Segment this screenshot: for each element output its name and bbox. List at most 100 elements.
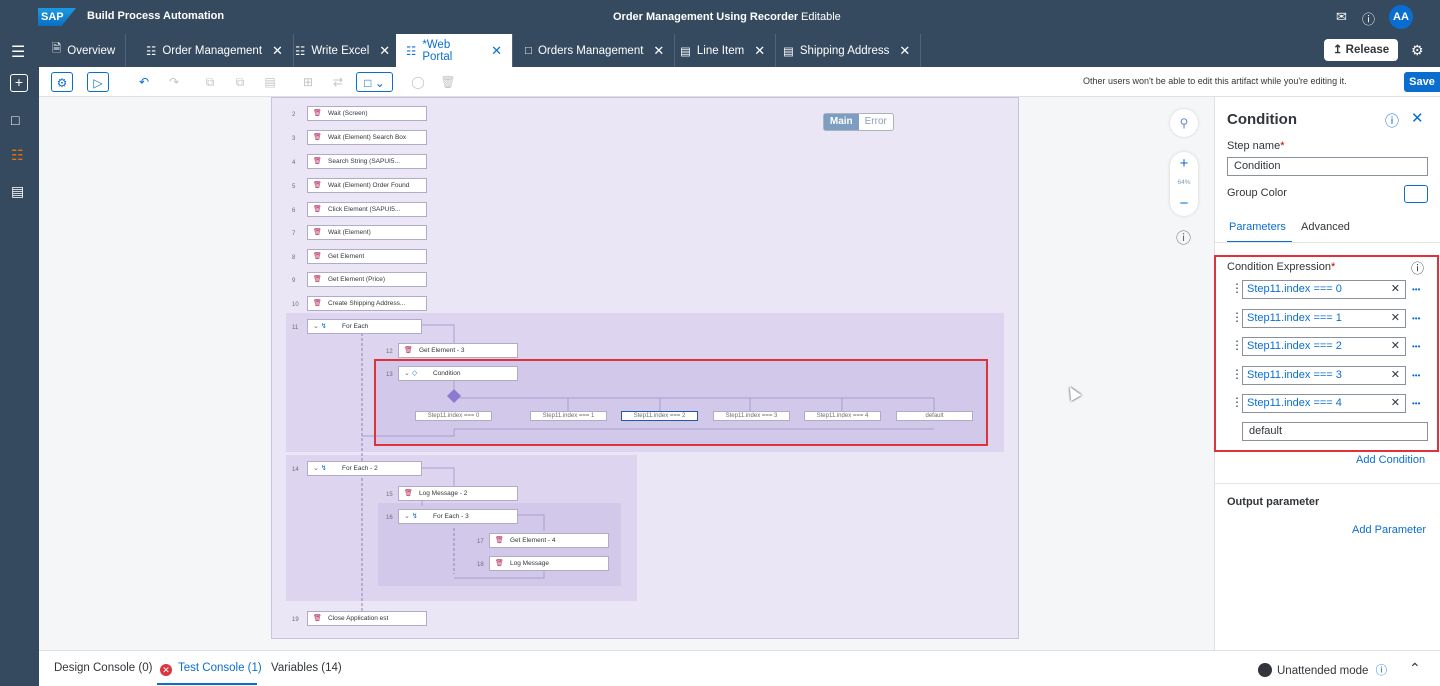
flow-step[interactable]: 🗑 Get Element (Price) (307, 272, 427, 287)
tab-variables[interactable]: Variables (14) (271, 662, 342, 674)
highlight-box (1214, 255, 1439, 452)
tab-underline (157, 683, 257, 685)
zoom-out-icon[interactable]: − (1170, 195, 1198, 212)
tab-line-item[interactable]: ▤ Line Item ✕ (670, 34, 777, 67)
step-label: Get Element - 4 (510, 537, 556, 544)
tab-advanced[interactable]: Advanced (1301, 221, 1350, 233)
close-icon[interactable]: ✕ (491, 43, 502, 59)
move-icon[interactable]: ⇄ (327, 72, 349, 92)
flow-step[interactable]: 🗑 Search String (SAPUI5... (307, 154, 427, 169)
flow-step[interactable]: ⌄ ↯ For Each - 2 (307, 461, 422, 476)
undo-icon[interactable]: ↶ (133, 72, 155, 92)
step-label: For Each - 3 (433, 513, 469, 520)
flow-step[interactable]: 🗑 Wait (Screen) (307, 106, 427, 121)
flow-step[interactable]: 🗑 Click Element (SAPUI5... (307, 202, 427, 217)
flow-step[interactable]: 🗑 Create Shipping Address... (307, 296, 427, 311)
tab-overview[interactable]: 🗎 Overview (42, 34, 127, 67)
monitor-icon[interactable]: □ (11, 112, 19, 128)
save-button[interactable]: Save (1404, 72, 1440, 92)
info-icon[interactable]: ⓘ (1176, 227, 1191, 248)
flow-step[interactable]: ⌄ ↯ For Each (307, 319, 422, 334)
artifact-title: Order Management Using Recorder (613, 11, 799, 23)
editor-toolbar: ⚙ ▷ ↶ ↷ ⧉ ⧉ ▤ ⊞ ⇄ □ ⌄ ◯ 🗑 Other users wo… (39, 67, 1440, 97)
step-number: 8 (292, 255, 296, 261)
mode-label: Unattended mode (1277, 665, 1369, 677)
close-icon[interactable]: ✕ (653, 43, 664, 59)
step-number: 6 (292, 208, 296, 214)
avatar[interactable]: AA (1389, 5, 1413, 29)
flow-step[interactable]: ⌄ ↯ For Each - 3 (398, 509, 518, 524)
step-label: Search String (SAPUI5... (328, 158, 400, 165)
group-color-picker[interactable] (1404, 185, 1428, 203)
close-icon[interactable]: ✕ (754, 43, 765, 59)
mouse-cursor (1064, 383, 1082, 402)
close-icon[interactable]: ✕ (272, 43, 283, 59)
step-icon: 🗑 (313, 300, 322, 307)
close-icon[interactable]: ✕ (379, 43, 390, 59)
step-label: Wait (Screen) (328, 110, 368, 117)
flow-step[interactable]: 🗑 Get Element - 4 (489, 533, 609, 548)
close-icon[interactable]: ✕ (1411, 109, 1424, 127)
step-label: Log Message (510, 560, 550, 567)
info-icon[interactable]: ⓘ (1385, 111, 1399, 131)
tab-shipping-address[interactable]: ▤ Shipping Address ✕ (773, 34, 922, 67)
hide-icon[interactable]: ◯ (407, 72, 429, 92)
sap-logo[interactable]: SAP (38, 8, 76, 26)
step-icon: 🗑 (313, 615, 322, 622)
step-name-input[interactable]: Condition (1227, 157, 1428, 176)
flow-step[interactable]: 🗑 Wait (Element) Order Found (307, 178, 427, 193)
process-icon: ☷ (295, 45, 306, 58)
flow-step[interactable]: 🗑 Log Message - 2 (398, 486, 518, 501)
release-button[interactable]: ↥ Release (1324, 39, 1398, 61)
unattended-mode[interactable]: Unattended mode ⓘ (1258, 662, 1387, 678)
delete-icon[interactable]: 🗑 (437, 72, 459, 92)
flow-step[interactable]: 🗑 Get Element - 3 (398, 343, 518, 358)
flow-canvas[interactable]: Main Error 2 🗑 Wait (Screen) 3 🗑 Wait (E… (39, 97, 1214, 650)
tab-label: Overview (67, 44, 116, 57)
panel-title: Condition (1227, 111, 1297, 128)
add-condition-link[interactable]: Add Condition (1356, 454, 1425, 466)
step-name-label: Step name* (1227, 140, 1285, 152)
list-icon[interactable]: ▤ (11, 183, 24, 200)
flow-step[interactable]: 🗑 Close Application est (307, 611, 427, 626)
shell-bar: SAP Build Process Automation Order Manag… (0, 0, 1440, 34)
step-icon: 🗑 (313, 253, 322, 260)
select-mode-icon[interactable]: □ ⌄ (356, 72, 393, 92)
tab-design-console[interactable]: Design Console (0) (54, 662, 152, 674)
step-icon: 🗑 (313, 134, 322, 141)
run-icon[interactable]: ▷ (87, 72, 109, 92)
process-icon[interactable]: ☷ (11, 147, 24, 164)
flow-step[interactable]: 🗑 Wait (Element) Search Box (307, 130, 427, 145)
tab-orders-management[interactable]: □ Orders Management ✕ (515, 34, 676, 67)
debug-icon[interactable]: ⚙ (51, 72, 73, 92)
info-icon[interactable]: ⓘ (1376, 665, 1388, 677)
search-icon[interactable]: ⚲ (1170, 109, 1198, 137)
tab-test-console[interactable]: ✕ Test Console (1) (160, 662, 262, 676)
add-parameter-link[interactable]: Add Parameter (1352, 524, 1426, 536)
feedback-icon[interactable]: ✉ (1336, 9, 1347, 25)
step-icon: 🗑 (404, 347, 413, 354)
flow-step[interactable]: 🗑 Log Message (489, 556, 609, 571)
paste-icon[interactable]: ▤ (259, 72, 281, 92)
tab-order-management[interactable]: ☷ Order Management ✕ (136, 34, 294, 67)
add-icon[interactable]: + (10, 74, 28, 92)
menu-icon[interactable]: ☰ (11, 42, 25, 62)
step-number: 2 (292, 112, 296, 118)
loop-icon: ⌄ ↯ (404, 513, 418, 520)
help-icon[interactable]: ⓘ (1362, 9, 1375, 28)
gear-icon[interactable]: ⚙ (1411, 42, 1424, 59)
tab-write-excel[interactable]: ☷ Write Excel ✕ (285, 34, 402, 67)
tab-parameters[interactable]: Parameters (1229, 221, 1286, 233)
redo-icon[interactable]: ↷ (163, 72, 185, 92)
zoom-in-icon[interactable]: + (1170, 155, 1198, 172)
step-number: 11 (292, 325, 299, 331)
close-icon[interactable]: ✕ (899, 43, 910, 59)
error-icon: ✕ (160, 664, 172, 676)
collapse-icon[interactable]: ⌃ (1409, 660, 1421, 677)
copy-icon[interactable]: ⧉ (199, 72, 221, 92)
flow-step[interactable]: 🗑 Get Element (307, 249, 427, 264)
flow-step[interactable]: 🗑 Wait (Element) (307, 225, 427, 240)
tab-web-portal[interactable]: ☷ *Web Portal ✕ (396, 34, 513, 67)
add-step-icon[interactable]: ⊞ (297, 72, 319, 92)
duplicate-icon[interactable]: ⧉ (229, 72, 251, 92)
